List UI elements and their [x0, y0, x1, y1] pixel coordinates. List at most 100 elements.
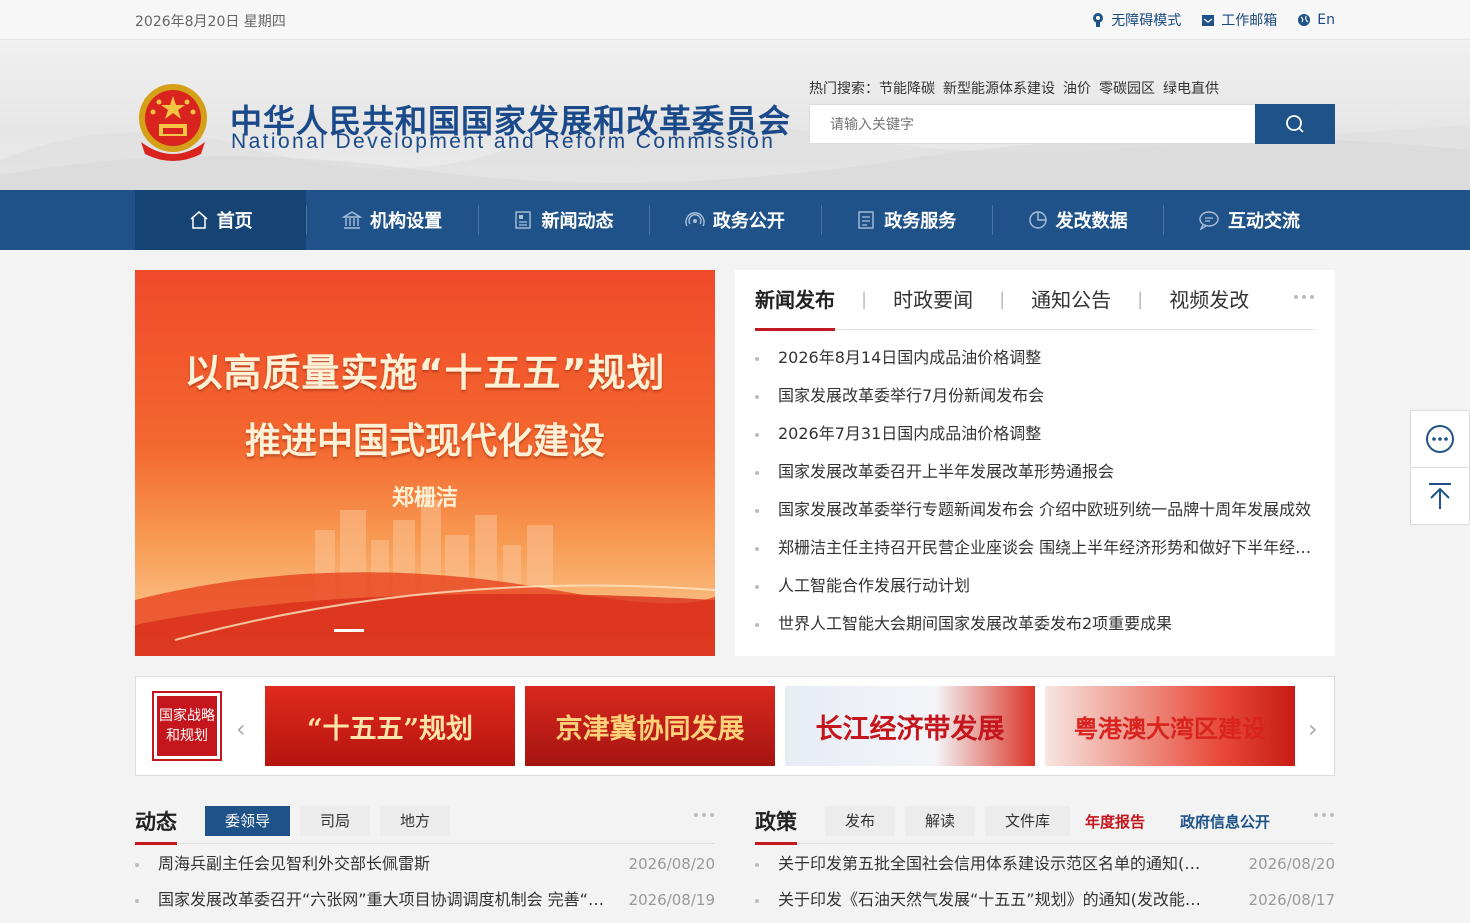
- globe-icon: [1298, 14, 1311, 26]
- strategy-card-label: 粤港澳大湾区建设: [1074, 713, 1266, 743]
- top-links: 无障碍模式 工作邮箱 En: [1091, 10, 1335, 30]
- dynamics-list: 周海兵副主任会见智利外交部长佩雷斯 2026/08/20 国家发展改革委召开“六张…: [135, 846, 715, 918]
- nav-label: 政务服务: [884, 211, 957, 232]
- dynamics-header: 动态 委领导 司局 地方: [135, 796, 715, 845]
- hot-search: 热门搜索：节能降碳 新型能源体系建设 油价 零碳园区 绿电直供: [809, 78, 1227, 98]
- news-panel: 新闻发布 | 时政要闻 | 通知公告 | 视频发改 2026年8月14日国内成品…: [735, 270, 1335, 656]
- search-button[interactable]: [1255, 104, 1335, 144]
- chevron-left-icon[interactable]: ‹: [236, 715, 246, 743]
- news-item[interactable]: 郑栅洁主任主持召开民营企业座谈会 围绕上半年经济形势和做好下半年经济工作听取意见…: [755, 529, 1315, 567]
- pill-bureaus[interactable]: 司局: [300, 806, 370, 836]
- policy-list: 关于印发第五批全国社会信用体系建设示范区名单的通知(发改财金〔2026〕) 202…: [755, 846, 1335, 918]
- site-title-en: National Development and Reform Commissi…: [231, 130, 776, 153]
- news-item[interactable]: 国家发展改革委召开上半年发展改革形势通报会: [755, 453, 1315, 491]
- strategy-strip: 国家战略和规划 ‹ “十五五”规划 京津冀协同发展 长江经济带发展 粤港澳大湾区…: [135, 676, 1335, 776]
- list-item[interactable]: 关于印发《石油天然气发展“十五五”规划》的通知(发改能源〔2026〕) 2026/…: [755, 882, 1335, 918]
- nav-news[interactable]: 新闻动态: [477, 190, 649, 250]
- nav-services[interactable]: 政务服务: [820, 190, 992, 250]
- gov-info-link[interactable]: 政府信息公开: [1180, 811, 1270, 832]
- news-item[interactable]: 人工智能合作发展行动计划: [755, 567, 1315, 605]
- strategy-tag-label: 国家战略和规划: [157, 696, 217, 756]
- main-nav: 首页 机构设置 新闻动态 政务公开 政务服务 发改数据 互动交流: [0, 190, 1470, 250]
- accessibility-link[interactable]: 无障碍模式: [1091, 10, 1181, 30]
- nav-home[interactable]: 首页: [135, 190, 307, 250]
- carousel-indicator[interactable]: [334, 629, 364, 632]
- national-emblem[interactable]: [135, 82, 211, 162]
- tab-press-release[interactable]: 新闻发布: [755, 270, 835, 331]
- pill-file-library[interactable]: 文件库: [985, 806, 1070, 836]
- consult-float-button[interactable]: [1410, 410, 1470, 468]
- strategy-card[interactable]: 粤港澳大湾区建设: [1045, 686, 1295, 766]
- item-title: 国家发展改革委召开“六张网”重大项目协调调度机制会 完善“六张网”建设: [158, 890, 608, 909]
- pill-leaders[interactable]: 委领导: [205, 806, 290, 836]
- english-label: En: [1317, 12, 1335, 28]
- nav-organization[interactable]: 机构设置: [306, 190, 477, 250]
- list-item[interactable]: 关于印发第五批全国社会信用体系建设示范区名单的通知(发改财金〔2026〕) 202…: [755, 846, 1335, 882]
- arrow-up-icon: [1429, 483, 1451, 509]
- list-item[interactable]: 周海兵副主任会见智利外交部长佩雷斯 2026/08/20: [135, 846, 715, 882]
- search-box: [809, 104, 1335, 144]
- banner-headline-1: 以高质量实施“十五五”规划: [184, 351, 666, 395]
- hot-term[interactable]: 油价: [1063, 81, 1091, 97]
- pill-publish[interactable]: 发布: [825, 806, 895, 836]
- accessibility-label: 无障碍模式: [1111, 13, 1182, 29]
- accessibility-icon: [1093, 13, 1104, 27]
- back-to-top-button[interactable]: [1410, 467, 1470, 525]
- tab-video[interactable]: 视频发改: [1169, 270, 1249, 330]
- tab-separator: |: [999, 289, 1006, 310]
- strategy-card[interactable]: 京津冀协同发展: [525, 686, 775, 766]
- chat-icon: [1199, 211, 1219, 230]
- strategy-tag[interactable]: 国家战略和规划: [152, 691, 222, 761]
- annual-report-link[interactable]: 年度报告: [1085, 811, 1145, 832]
- more-icon[interactable]: [1293, 294, 1315, 300]
- tab-notices[interactable]: 通知公告: [1031, 270, 1111, 330]
- news-item[interactable]: 2026年7月31日国内成品油价格调整: [755, 415, 1315, 453]
- nav-label: 机构设置: [370, 211, 443, 232]
- strategy-card-label: 长江经济带发展: [815, 713, 1005, 745]
- nav-interaction[interactable]: 互动交流: [1163, 190, 1334, 250]
- nav-label: 政务公开: [712, 211, 785, 232]
- nav-label: 发改数据: [1055, 211, 1128, 232]
- news-item[interactable]: 国家发展改革委举行专题新闻发布会 介绍中欧班列统一品牌十周年发展成效: [755, 491, 1315, 529]
- hot-term[interactable]: 绿电直供: [1163, 81, 1219, 97]
- chevron-right-icon[interactable]: ›: [1308, 715, 1318, 743]
- banner-author: 郑栅洁: [391, 486, 458, 511]
- strategy-card-label: “十五五”规划: [306, 713, 474, 745]
- broadcast-icon: [685, 212, 705, 227]
- pill-interpret[interactable]: 解读: [905, 806, 975, 836]
- strategy-card[interactable]: 长江经济带发展: [785, 686, 1035, 766]
- nav-label: 首页: [216, 211, 253, 232]
- list-item[interactable]: 国家发展改革委召开“六张网”重大项目协调调度机制会 完善“六张网”建设 2026/…: [135, 882, 715, 918]
- home-icon: [190, 211, 208, 229]
- item-date: 2026/08/17: [1248, 891, 1335, 909]
- news-item[interactable]: 2026年8月14日国内成品油价格调整: [755, 339, 1315, 377]
- tab-separator: |: [1137, 289, 1144, 310]
- item-date: 2026/08/19: [628, 891, 715, 909]
- search-input[interactable]: [810, 105, 1250, 143]
- english-link[interactable]: En: [1297, 10, 1335, 30]
- news-list: 2026年8月14日国内成品油价格调整 国家发展改革委举行7月份新闻发布会 20…: [755, 339, 1315, 643]
- news-item[interactable]: 国家发展改革委举行7月份新闻发布会: [755, 377, 1315, 415]
- search-icon: [1286, 115, 1304, 133]
- strategy-card[interactable]: “十五五”规划: [265, 686, 515, 766]
- pill-local[interactable]: 地方: [380, 806, 450, 836]
- message-icon: [1426, 425, 1454, 453]
- hot-term[interactable]: 新型能源体系建设: [943, 81, 1055, 97]
- more-icon[interactable]: [693, 812, 715, 818]
- hero-banner[interactable]: 以高质量实施“十五五”规划 推进中国式现代化建设 郑栅洁: [135, 270, 715, 656]
- mailbox-link[interactable]: 工作邮箱: [1201, 10, 1277, 30]
- tab-separator: |: [861, 289, 868, 310]
- section-title: 动态: [135, 806, 177, 845]
- nav-data[interactable]: 发改数据: [991, 190, 1163, 250]
- current-date: 2026年8月20日 星期四: [135, 14, 286, 30]
- tab-current-affairs[interactable]: 时政要闻: [893, 270, 973, 330]
- building-icon: [342, 211, 363, 229]
- hot-term[interactable]: 节能降碳: [879, 81, 935, 97]
- more-icon[interactable]: [1313, 812, 1335, 818]
- policy-header: 政策 发布 解读 文件库 年度报告 政府信息公开: [755, 796, 1335, 845]
- hot-term[interactable]: 零碳园区: [1099, 81, 1155, 97]
- strategy-card-label: 京津冀协同发展: [555, 713, 745, 745]
- news-item[interactable]: 世界人工智能大会期间国家发展改革委发布2项重要成果: [755, 605, 1315, 643]
- nav-public-affairs[interactable]: 政务公开: [649, 190, 820, 250]
- item-title: 周海兵副主任会见智利外交部长佩雷斯: [158, 854, 431, 873]
